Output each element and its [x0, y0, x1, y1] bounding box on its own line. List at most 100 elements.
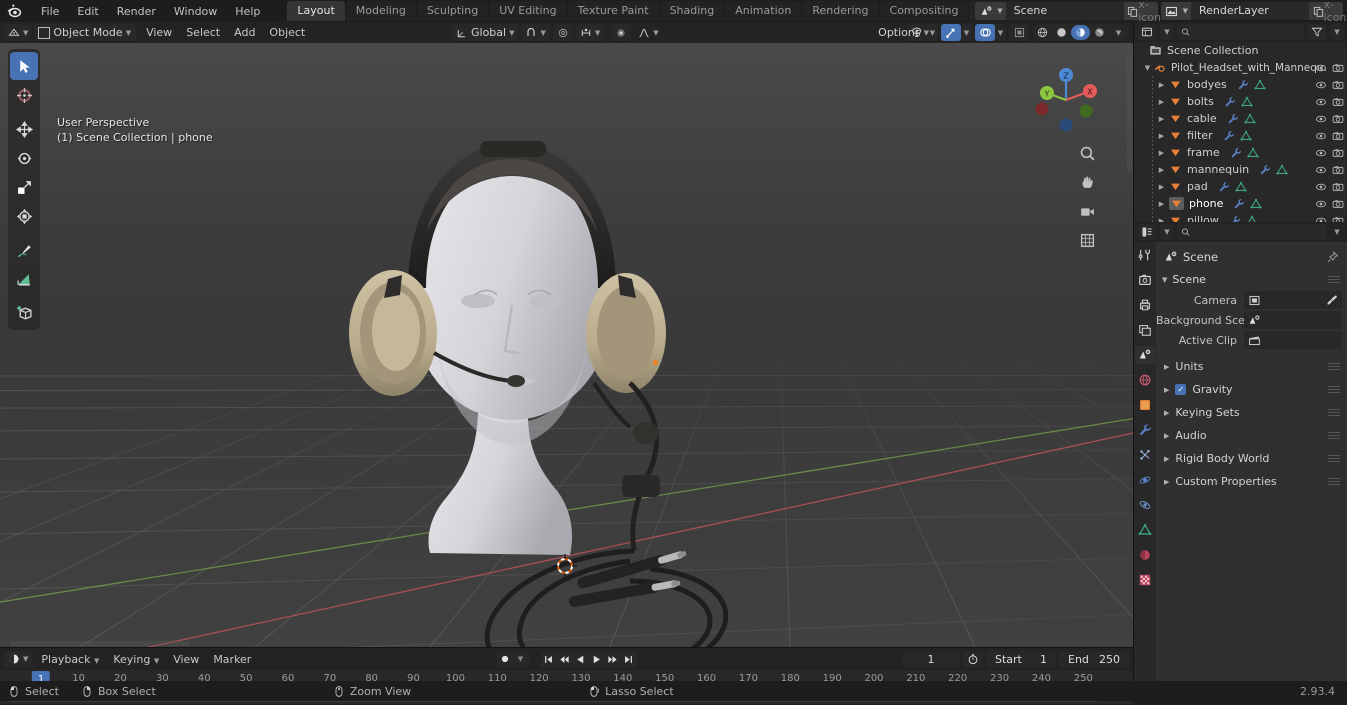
outliner-row-frame[interactable]: ▶ frame: [1134, 144, 1347, 161]
eyedropper-icon[interactable]: [1326, 294, 1338, 306]
timeline-menu-view[interactable]: View: [166, 652, 206, 667]
transform-tool[interactable]: [10, 202, 38, 230]
camera-icon[interactable]: [1332, 130, 1344, 142]
gizmo-icon[interactable]: [941, 24, 961, 41]
filter-caret[interactable]: ▼: [1330, 24, 1344, 40]
view-layer-dropdown-caret[interactable]: ▼: [1182, 2, 1191, 20]
camera-icon[interactable]: [1332, 164, 1344, 176]
eye-icon[interactable]: [1315, 164, 1327, 176]
disclosure-triangle-icon[interactable]: ▶: [1164, 409, 1169, 417]
material-tab[interactable]: [1135, 546, 1155, 564]
chevron-down-icon[interactable]: ▼: [513, 651, 529, 668]
modifier-tab[interactable]: [1135, 421, 1155, 439]
mesh-data-icon[interactable]: [1239, 130, 1252, 142]
disclosure-triangle-icon[interactable]: ▶: [1156, 98, 1167, 106]
timeline-menu-playback[interactable]: Playback ▼: [34, 652, 106, 667]
move-tool[interactable]: [10, 115, 38, 143]
wrench-icon[interactable]: [1230, 147, 1242, 159]
camera-icon[interactable]: [1332, 96, 1344, 108]
disclosure-triangle-icon[interactable]: ▶: [1164, 478, 1169, 486]
viewport-menu-select[interactable]: Select: [179, 25, 227, 40]
disclosure-triangle-icon[interactable]: ▶: [1156, 200, 1167, 208]
viewport-horizontal-scrollbar[interactable]: [10, 641, 190, 646]
physics-tab[interactable]: [1135, 471, 1155, 489]
filter-icon[interactable]: [1307, 24, 1327, 40]
transform-orientation-selector[interactable]: Global ▼: [452, 24, 519, 41]
section-keying-sets[interactable]: ▶ Keying Sets: [1156, 401, 1347, 424]
disclosure-triangle-icon[interactable]: ▶: [1156, 183, 1167, 191]
properties-mode-caret[interactable]: ▼: [1160, 224, 1174, 240]
disclosure-triangle-icon[interactable]: ▶: [1156, 81, 1167, 89]
workspace-tab-animation[interactable]: Animation: [725, 1, 802, 21]
menu-window[interactable]: Window: [165, 3, 226, 20]
section-units[interactable]: ▶ Units: [1156, 355, 1347, 378]
particles-tab[interactable]: [1135, 446, 1155, 464]
proportional-edit-toggle[interactable]: [552, 24, 573, 41]
constraints-tab[interactable]: [1135, 496, 1155, 514]
workspace-tab-layout[interactable]: Layout: [287, 1, 345, 21]
workspace-tab-sculpting[interactable]: Sculpting: [416, 1, 489, 21]
solid-icon[interactable]: [1052, 25, 1071, 40]
outliner-search[interactable]: [1177, 24, 1304, 40]
rendered-icon[interactable]: [1090, 25, 1109, 40]
snap-toggle[interactable]: ▼: [521, 24, 550, 41]
scale-tool[interactable]: [10, 173, 38, 201]
camera-icon[interactable]: [1332, 79, 1344, 91]
x-icon[interactable]: x-icon: [1138, 0, 1161, 24]
editor-type-icon[interactable]: ▼: [4, 24, 33, 41]
frame-end-field[interactable]: End 250: [1059, 650, 1129, 668]
disclosure-triangle-icon[interactable]: ▼: [1162, 276, 1167, 284]
section-rigid-body-world[interactable]: ▶ Rigid Body World: [1156, 447, 1347, 470]
outliner-row-bolts[interactable]: ▶ bolts: [1134, 93, 1347, 110]
mode-selector[interactable]: Object Mode ▼: [34, 24, 138, 41]
disclosure-triangle-icon[interactable]: ▶: [1164, 432, 1169, 440]
wrench-icon[interactable]: [1229, 215, 1241, 222]
overlays-icon[interactable]: [975, 24, 995, 41]
section-custom-properties[interactable]: ▶ Custom Properties: [1156, 470, 1347, 493]
record-icon[interactable]: [497, 651, 513, 668]
output-tab[interactable]: [1135, 296, 1155, 314]
workspace-tab-uv-editing[interactable]: UV Editing: [489, 1, 567, 21]
camera-icon[interactable]: [1332, 113, 1344, 125]
zoom-icon[interactable]: [1077, 143, 1097, 163]
outliner[interactable]: ▶ Scene Collection ▼ Pilot_Headset_with_…: [1134, 42, 1347, 222]
outliner-row-filter[interactable]: ▶ filter: [1134, 127, 1347, 144]
gizmo-toggle[interactable]: ▼: [941, 24, 972, 41]
measure-tool[interactable]: [10, 265, 38, 293]
camera-icon[interactable]: [1332, 181, 1344, 193]
jump-start-icon[interactable]: [541, 651, 557, 668]
cursor-tool[interactable]: [10, 81, 38, 109]
mesh-data-icon[interactable]: [1246, 215, 1258, 222]
viewport-menu-add[interactable]: Add: [227, 25, 262, 40]
view-layer-name[interactable]: RenderLayer: [1191, 2, 1309, 20]
tweak-select-tool[interactable]: [10, 52, 38, 80]
disclosure-triangle-icon[interactable]: ▶: [1156, 149, 1167, 157]
disclosure-triangle-icon[interactable]: ▶: [1156, 115, 1167, 123]
disclosure-triangle-icon[interactable]: ▶: [1164, 386, 1169, 394]
property-field[interactable]: [1244, 331, 1342, 349]
auto-keying-group[interactable]: ▼: [496, 650, 529, 668]
viewport-menu-view[interactable]: View: [139, 25, 179, 40]
disclosure-triangle-icon[interactable]: ▶: [1156, 132, 1167, 140]
eye-icon[interactable]: [1315, 215, 1327, 222]
timeline-editor-icon[interactable]: ▼: [4, 650, 33, 668]
outliner-collection-row[interactable]: ▼ Pilot_Headset_with_Mannequ.: [1134, 59, 1347, 76]
property-field[interactable]: [1244, 291, 1342, 309]
world-tab[interactable]: [1135, 371, 1155, 389]
scene-dropdown-caret[interactable]: ▼: [997, 2, 1006, 20]
disclosure-triangle-icon[interactable]: ▶: [1156, 166, 1167, 174]
timeline-menu-keying[interactable]: Keying ▼: [106, 652, 166, 667]
x-icon[interactable]: x-icon: [1324, 0, 1347, 24]
falloff-icon[interactable]: [611, 24, 632, 41]
tool-tab[interactable]: [1135, 246, 1155, 264]
mesh-data-icon[interactable]: [1250, 198, 1263, 210]
ortho-toggle-icon[interactable]: [1077, 230, 1097, 250]
view-layer-datablock[interactable]: ▼ RenderLayer x-icon: [1160, 0, 1347, 24]
mesh-data-icon[interactable]: [1247, 147, 1259, 159]
properties-options-caret[interactable]: ▼: [1330, 224, 1344, 240]
menu-file[interactable]: File: [32, 3, 68, 20]
menu-edit[interactable]: Edit: [68, 3, 107, 20]
data-tab[interactable]: [1135, 521, 1155, 539]
workspace-tab-compositing[interactable]: Compositing: [879, 1, 969, 21]
jump-end-icon[interactable]: [621, 651, 637, 668]
